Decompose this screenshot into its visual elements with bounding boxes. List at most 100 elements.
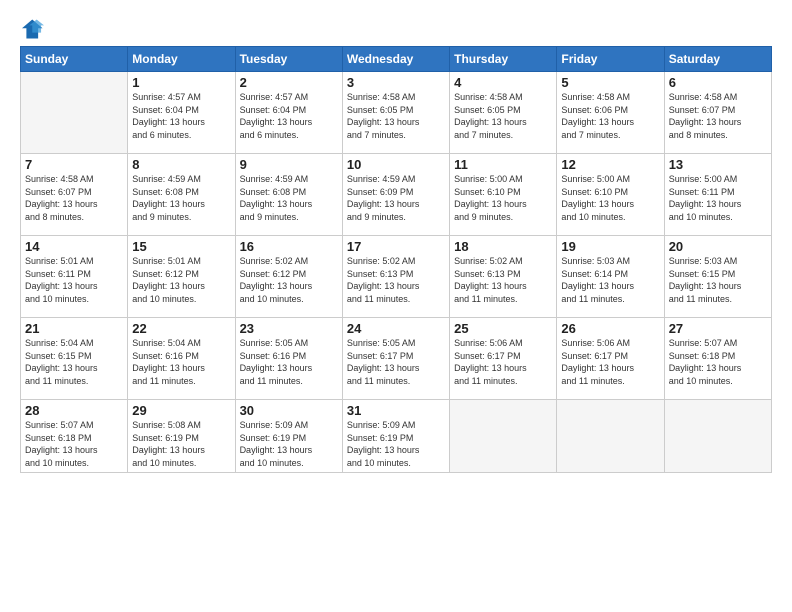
calendar-header-thursday: Thursday bbox=[450, 47, 557, 72]
calendar-header-tuesday: Tuesday bbox=[235, 47, 342, 72]
calendar-cell: 13Sunrise: 5:00 AMSunset: 6:11 PMDayligh… bbox=[664, 154, 771, 236]
day-info: Sunrise: 4:58 AMSunset: 6:06 PMDaylight:… bbox=[561, 91, 659, 141]
day-number: 23 bbox=[240, 321, 338, 336]
calendar-cell: 19Sunrise: 5:03 AMSunset: 6:14 PMDayligh… bbox=[557, 236, 664, 318]
calendar-cell: 12Sunrise: 5:00 AMSunset: 6:10 PMDayligh… bbox=[557, 154, 664, 236]
header bbox=[20, 18, 772, 40]
day-info: Sunrise: 5:00 AMSunset: 6:10 PMDaylight:… bbox=[454, 173, 552, 223]
day-info: Sunrise: 5:01 AMSunset: 6:11 PMDaylight:… bbox=[25, 255, 123, 305]
calendar-cell: 9Sunrise: 4:59 AMSunset: 6:08 PMDaylight… bbox=[235, 154, 342, 236]
calendar-cell: 24Sunrise: 5:05 AMSunset: 6:17 PMDayligh… bbox=[342, 318, 449, 400]
day-info: Sunrise: 5:07 AMSunset: 6:18 PMDaylight:… bbox=[669, 337, 767, 387]
day-number: 15 bbox=[132, 239, 230, 254]
calendar-cell bbox=[450, 400, 557, 473]
day-number: 3 bbox=[347, 75, 445, 90]
calendar-cell: 31Sunrise: 5:09 AMSunset: 6:19 PMDayligh… bbox=[342, 400, 449, 473]
day-info: Sunrise: 4:58 AMSunset: 6:05 PMDaylight:… bbox=[347, 91, 445, 141]
day-info: Sunrise: 5:01 AMSunset: 6:12 PMDaylight:… bbox=[132, 255, 230, 305]
day-number: 17 bbox=[347, 239, 445, 254]
day-info: Sunrise: 4:58 AMSunset: 6:07 PMDaylight:… bbox=[669, 91, 767, 141]
calendar-cell: 17Sunrise: 5:02 AMSunset: 6:13 PMDayligh… bbox=[342, 236, 449, 318]
calendar-cell: 23Sunrise: 5:05 AMSunset: 6:16 PMDayligh… bbox=[235, 318, 342, 400]
day-number: 27 bbox=[669, 321, 767, 336]
calendar-header-friday: Friday bbox=[557, 47, 664, 72]
calendar-cell: 1Sunrise: 4:57 AMSunset: 6:04 PMDaylight… bbox=[128, 72, 235, 154]
calendar-cell: 10Sunrise: 4:59 AMSunset: 6:09 PMDayligh… bbox=[342, 154, 449, 236]
day-info: Sunrise: 5:07 AMSunset: 6:18 PMDaylight:… bbox=[25, 419, 123, 469]
calendar-cell: 27Sunrise: 5:07 AMSunset: 6:18 PMDayligh… bbox=[664, 318, 771, 400]
calendar-header-row: SundayMondayTuesdayWednesdayThursdayFrid… bbox=[21, 47, 772, 72]
day-info: Sunrise: 5:05 AMSunset: 6:16 PMDaylight:… bbox=[240, 337, 338, 387]
calendar-header-wednesday: Wednesday bbox=[342, 47, 449, 72]
day-number: 16 bbox=[240, 239, 338, 254]
day-number: 25 bbox=[454, 321, 552, 336]
day-number: 11 bbox=[454, 157, 552, 172]
day-number: 7 bbox=[25, 157, 123, 172]
day-number: 31 bbox=[347, 403, 445, 418]
calendar-cell: 11Sunrise: 5:00 AMSunset: 6:10 PMDayligh… bbox=[450, 154, 557, 236]
page: SundayMondayTuesdayWednesdayThursdayFrid… bbox=[0, 0, 792, 612]
day-number: 19 bbox=[561, 239, 659, 254]
calendar-week-2: 7Sunrise: 4:58 AMSunset: 6:07 PMDaylight… bbox=[21, 154, 772, 236]
day-info: Sunrise: 4:58 AMSunset: 6:05 PMDaylight:… bbox=[454, 91, 552, 141]
day-number: 5 bbox=[561, 75, 659, 90]
day-number: 30 bbox=[240, 403, 338, 418]
calendar-cell: 18Sunrise: 5:02 AMSunset: 6:13 PMDayligh… bbox=[450, 236, 557, 318]
day-number: 8 bbox=[132, 157, 230, 172]
day-number: 24 bbox=[347, 321, 445, 336]
day-info: Sunrise: 5:02 AMSunset: 6:12 PMDaylight:… bbox=[240, 255, 338, 305]
calendar-cell: 28Sunrise: 5:07 AMSunset: 6:18 PMDayligh… bbox=[21, 400, 128, 473]
day-info: Sunrise: 5:09 AMSunset: 6:19 PMDaylight:… bbox=[347, 419, 445, 469]
day-info: Sunrise: 5:03 AMSunset: 6:14 PMDaylight:… bbox=[561, 255, 659, 305]
calendar-cell: 16Sunrise: 5:02 AMSunset: 6:12 PMDayligh… bbox=[235, 236, 342, 318]
calendar-cell: 3Sunrise: 4:58 AMSunset: 6:05 PMDaylight… bbox=[342, 72, 449, 154]
day-info: Sunrise: 4:57 AMSunset: 6:04 PMDaylight:… bbox=[132, 91, 230, 141]
calendar-cell bbox=[664, 400, 771, 473]
day-number: 10 bbox=[347, 157, 445, 172]
day-number: 21 bbox=[25, 321, 123, 336]
day-info: Sunrise: 5:09 AMSunset: 6:19 PMDaylight:… bbox=[240, 419, 338, 469]
day-number: 20 bbox=[669, 239, 767, 254]
day-info: Sunrise: 4:57 AMSunset: 6:04 PMDaylight:… bbox=[240, 91, 338, 141]
day-info: Sunrise: 5:00 AMSunset: 6:10 PMDaylight:… bbox=[561, 173, 659, 223]
calendar: SundayMondayTuesdayWednesdayThursdayFrid… bbox=[20, 46, 772, 473]
day-info: Sunrise: 5:00 AMSunset: 6:11 PMDaylight:… bbox=[669, 173, 767, 223]
day-number: 2 bbox=[240, 75, 338, 90]
day-number: 9 bbox=[240, 157, 338, 172]
day-info: Sunrise: 5:06 AMSunset: 6:17 PMDaylight:… bbox=[454, 337, 552, 387]
day-number: 28 bbox=[25, 403, 123, 418]
day-number: 1 bbox=[132, 75, 230, 90]
day-number: 29 bbox=[132, 403, 230, 418]
day-info: Sunrise: 5:04 AMSunset: 6:16 PMDaylight:… bbox=[132, 337, 230, 387]
calendar-week-3: 14Sunrise: 5:01 AMSunset: 6:11 PMDayligh… bbox=[21, 236, 772, 318]
calendar-header-saturday: Saturday bbox=[664, 47, 771, 72]
calendar-cell: 29Sunrise: 5:08 AMSunset: 6:19 PMDayligh… bbox=[128, 400, 235, 473]
day-info: Sunrise: 4:58 AMSunset: 6:07 PMDaylight:… bbox=[25, 173, 123, 223]
calendar-cell: 15Sunrise: 5:01 AMSunset: 6:12 PMDayligh… bbox=[128, 236, 235, 318]
day-number: 12 bbox=[561, 157, 659, 172]
calendar-header-sunday: Sunday bbox=[21, 47, 128, 72]
calendar-cell bbox=[21, 72, 128, 154]
calendar-cell: 6Sunrise: 4:58 AMSunset: 6:07 PMDaylight… bbox=[664, 72, 771, 154]
calendar-week-1: 1Sunrise: 4:57 AMSunset: 6:04 PMDaylight… bbox=[21, 72, 772, 154]
calendar-header-monday: Monday bbox=[128, 47, 235, 72]
day-info: Sunrise: 5:05 AMSunset: 6:17 PMDaylight:… bbox=[347, 337, 445, 387]
day-info: Sunrise: 4:59 AMSunset: 6:09 PMDaylight:… bbox=[347, 173, 445, 223]
day-number: 18 bbox=[454, 239, 552, 254]
day-number: 13 bbox=[669, 157, 767, 172]
day-info: Sunrise: 4:59 AMSunset: 6:08 PMDaylight:… bbox=[240, 173, 338, 223]
day-number: 6 bbox=[669, 75, 767, 90]
calendar-cell: 30Sunrise: 5:09 AMSunset: 6:19 PMDayligh… bbox=[235, 400, 342, 473]
day-info: Sunrise: 5:06 AMSunset: 6:17 PMDaylight:… bbox=[561, 337, 659, 387]
calendar-cell: 5Sunrise: 4:58 AMSunset: 6:06 PMDaylight… bbox=[557, 72, 664, 154]
calendar-week-5: 28Sunrise: 5:07 AMSunset: 6:18 PMDayligh… bbox=[21, 400, 772, 473]
day-info: Sunrise: 4:59 AMSunset: 6:08 PMDaylight:… bbox=[132, 173, 230, 223]
calendar-cell: 4Sunrise: 4:58 AMSunset: 6:05 PMDaylight… bbox=[450, 72, 557, 154]
day-info: Sunrise: 5:02 AMSunset: 6:13 PMDaylight:… bbox=[454, 255, 552, 305]
calendar-cell: 7Sunrise: 4:58 AMSunset: 6:07 PMDaylight… bbox=[21, 154, 128, 236]
logo-icon bbox=[22, 18, 44, 40]
calendar-cell: 20Sunrise: 5:03 AMSunset: 6:15 PMDayligh… bbox=[664, 236, 771, 318]
day-info: Sunrise: 5:08 AMSunset: 6:19 PMDaylight:… bbox=[132, 419, 230, 469]
day-info: Sunrise: 5:02 AMSunset: 6:13 PMDaylight:… bbox=[347, 255, 445, 305]
calendar-cell: 8Sunrise: 4:59 AMSunset: 6:08 PMDaylight… bbox=[128, 154, 235, 236]
